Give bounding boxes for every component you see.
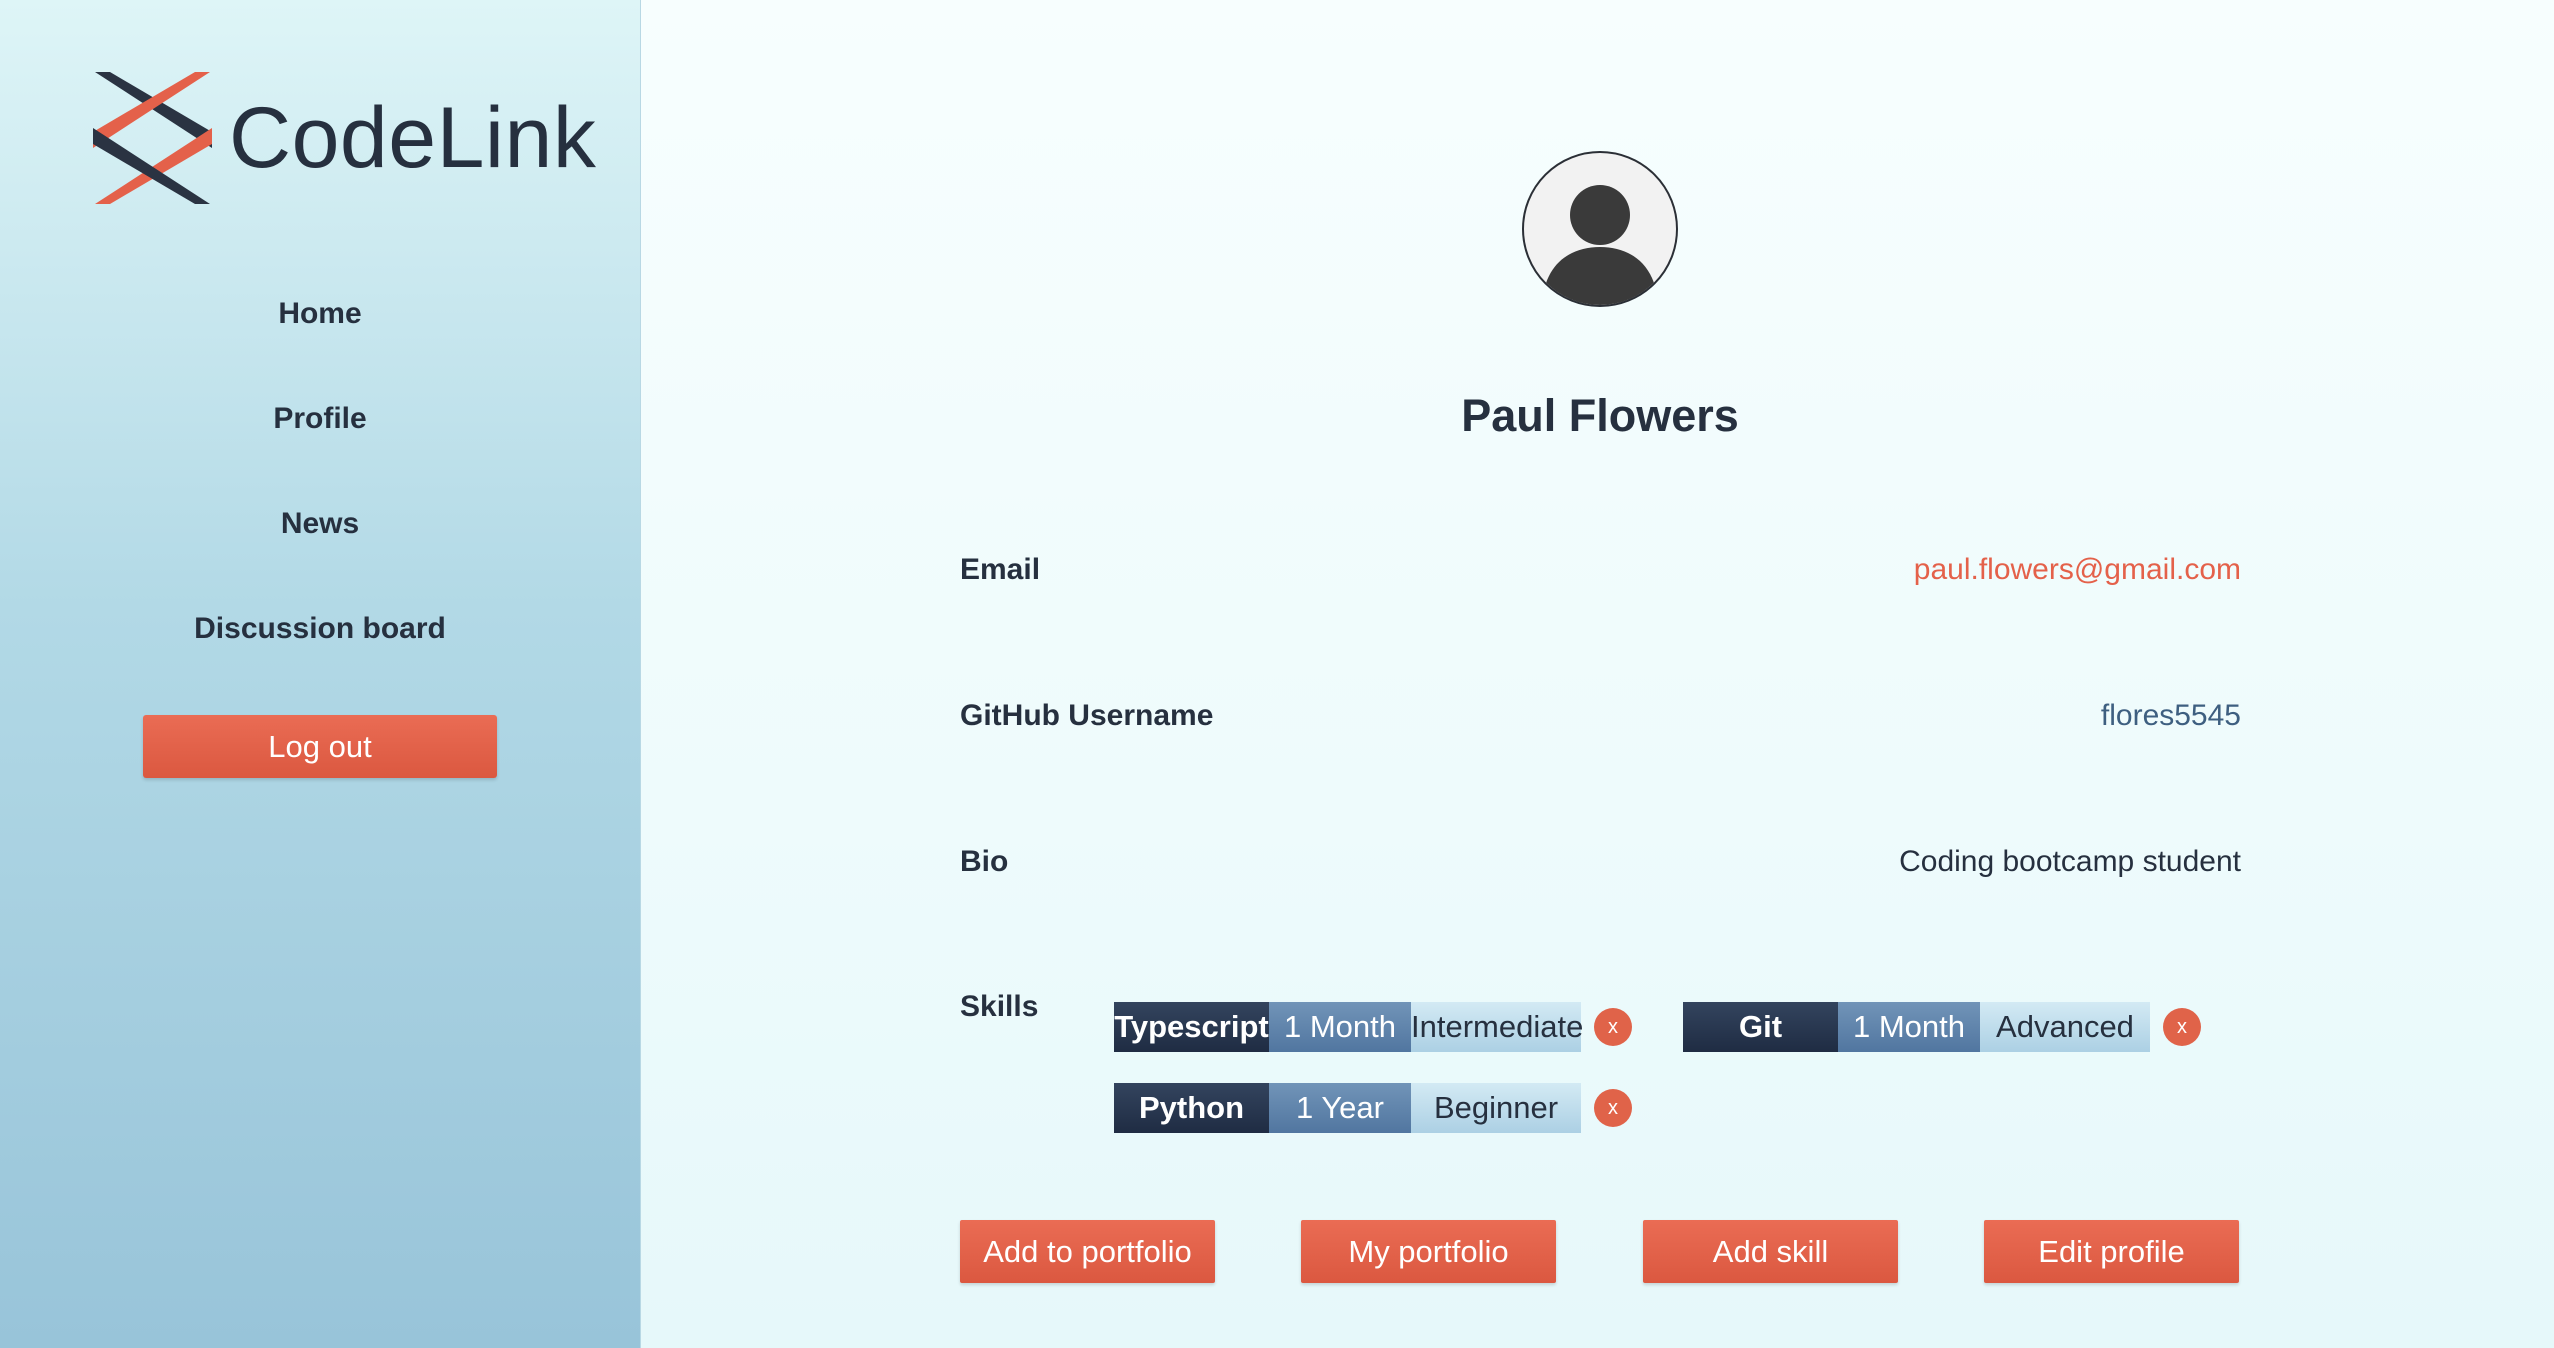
remove-skill-button[interactable]: x bbox=[2163, 1008, 2201, 1046]
skill-duration: 1 Month bbox=[1838, 1002, 1980, 1052]
skills-label: Skills bbox=[960, 990, 1039, 1023]
user-avatar-icon bbox=[1542, 185, 1658, 305]
skill-duration: 1 Year bbox=[1269, 1083, 1411, 1133]
skill-level: Intermediate bbox=[1411, 1002, 1583, 1052]
remove-skill-button[interactable]: x bbox=[1594, 1089, 1632, 1127]
email-link[interactable]: paul.flowers@gmail.com bbox=[1914, 550, 2241, 590]
skill-name: Typescript bbox=[1114, 1002, 1269, 1052]
skill-tag-git: Git 1 Month Advanced bbox=[1683, 1002, 2150, 1052]
brand-name: CodeLink bbox=[229, 90, 597, 186]
profile-name: Paul Flowers bbox=[1461, 390, 1739, 441]
skill-tag-python: Python 1 Year Beginner bbox=[1114, 1083, 1581, 1133]
skill-level: Advanced bbox=[1980, 1002, 2150, 1052]
my-portfolio-button[interactable]: My portfolio bbox=[1301, 1220, 1556, 1283]
skill-name: Python bbox=[1114, 1083, 1269, 1133]
nav-item-home[interactable]: Home bbox=[0, 294, 640, 334]
skill-level: Beginner bbox=[1411, 1083, 1581, 1133]
github-label: GitHub Username bbox=[960, 699, 1214, 732]
codelink-logo-icon bbox=[93, 72, 212, 204]
skill-duration: 1 Month bbox=[1269, 1002, 1411, 1052]
sidebar: CodeLink Home Profile News Discussion bo… bbox=[0, 0, 641, 1348]
skill-tag-typescript: Typescript 1 Month Intermediate bbox=[1114, 1002, 1583, 1052]
nav-item-discussion-board[interactable]: Discussion board bbox=[0, 609, 640, 649]
edit-profile-button[interactable]: Edit profile bbox=[1984, 1220, 2239, 1283]
github-username: flores5545 bbox=[2100, 699, 2241, 732]
remove-skill-button[interactable]: x bbox=[1594, 1008, 1632, 1046]
add-skill-button[interactable]: Add skill bbox=[1643, 1220, 1898, 1283]
nav-item-news[interactable]: News bbox=[0, 504, 640, 544]
add-to-portfolio-button[interactable]: Add to portfolio bbox=[960, 1220, 1215, 1283]
bio-label: Bio bbox=[960, 845, 1009, 878]
skill-name: Git bbox=[1683, 1002, 1838, 1052]
avatar bbox=[1522, 151, 1678, 307]
bio-text: Coding bootcamp student bbox=[1899, 845, 2241, 878]
logout-button[interactable]: Log out bbox=[143, 715, 497, 778]
email-label: Email bbox=[960, 553, 1041, 586]
